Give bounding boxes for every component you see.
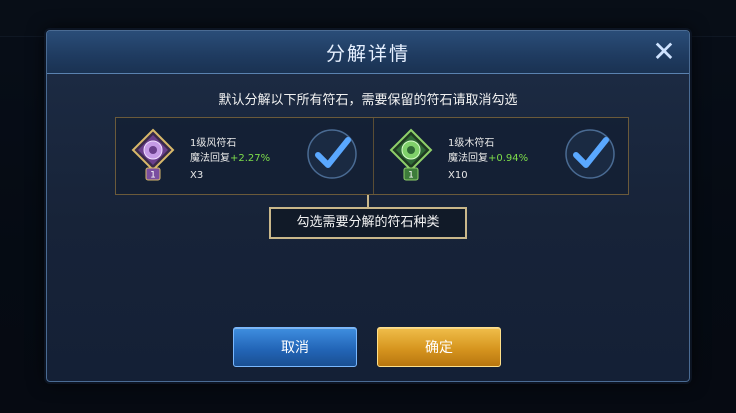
rune-stat-bonus: +2.27% xyxy=(230,153,271,164)
checkmark-icon[interactable] xyxy=(564,128,616,180)
rune-card-wood[interactable]: 1 1级木符石 魔法回复+0.94% X10 xyxy=(373,118,630,194)
rune-stat-bonus: +0.94% xyxy=(488,153,529,164)
cancel-button[interactable]: 取消 xyxy=(233,327,357,367)
rune-name: 1级木符石 xyxy=(448,138,495,149)
wood-rune-icon: 1 xyxy=(389,128,433,181)
close-button[interactable]: ✕ xyxy=(649,37,679,67)
rune-stat: 魔法回复+0.94% xyxy=(448,149,528,164)
tooltip-connector xyxy=(367,195,369,207)
rune-card-wind[interactable]: 1 1级风符石 魔法回复+2.27% X3 xyxy=(116,118,372,194)
checkmark-icon[interactable] xyxy=(306,128,358,180)
rune-level: 1 xyxy=(408,171,414,181)
confirm-button[interactable]: 确定 xyxy=(377,327,501,367)
wind-rune-icon: 1 xyxy=(131,128,175,181)
rune-stat-label: 魔法回复 xyxy=(448,153,488,164)
rune-level: 1 xyxy=(150,171,156,181)
dialog-title: 分解详情 xyxy=(325,43,410,65)
rune-count: X3 xyxy=(190,170,204,181)
dialog-subtitle: 默认分解以下所有符石，需要保留的符石请取消勾选 xyxy=(218,93,518,108)
rune-name: 1级风符石 xyxy=(190,138,237,149)
decompose-dialog: 分解详情 ✕ 默认分解以下所有符石，需要保留的符石请取消勾选 1 1级风符石 魔… xyxy=(46,30,690,382)
close-icon: ✕ xyxy=(652,35,676,68)
tooltip: 勾选需要分解的符石种类 xyxy=(269,207,467,239)
rune-stat: 魔法回复+2.27% xyxy=(190,149,270,164)
rune-stat-label: 魔法回复 xyxy=(190,153,230,164)
rune-count: X10 xyxy=(448,170,468,181)
dialog-header: 分解详情 ✕ xyxy=(47,31,689,74)
rune-list: 1 1级风符石 魔法回复+2.27% X3 1 1级木符石 魔法回复+0.94%… xyxy=(115,117,629,195)
